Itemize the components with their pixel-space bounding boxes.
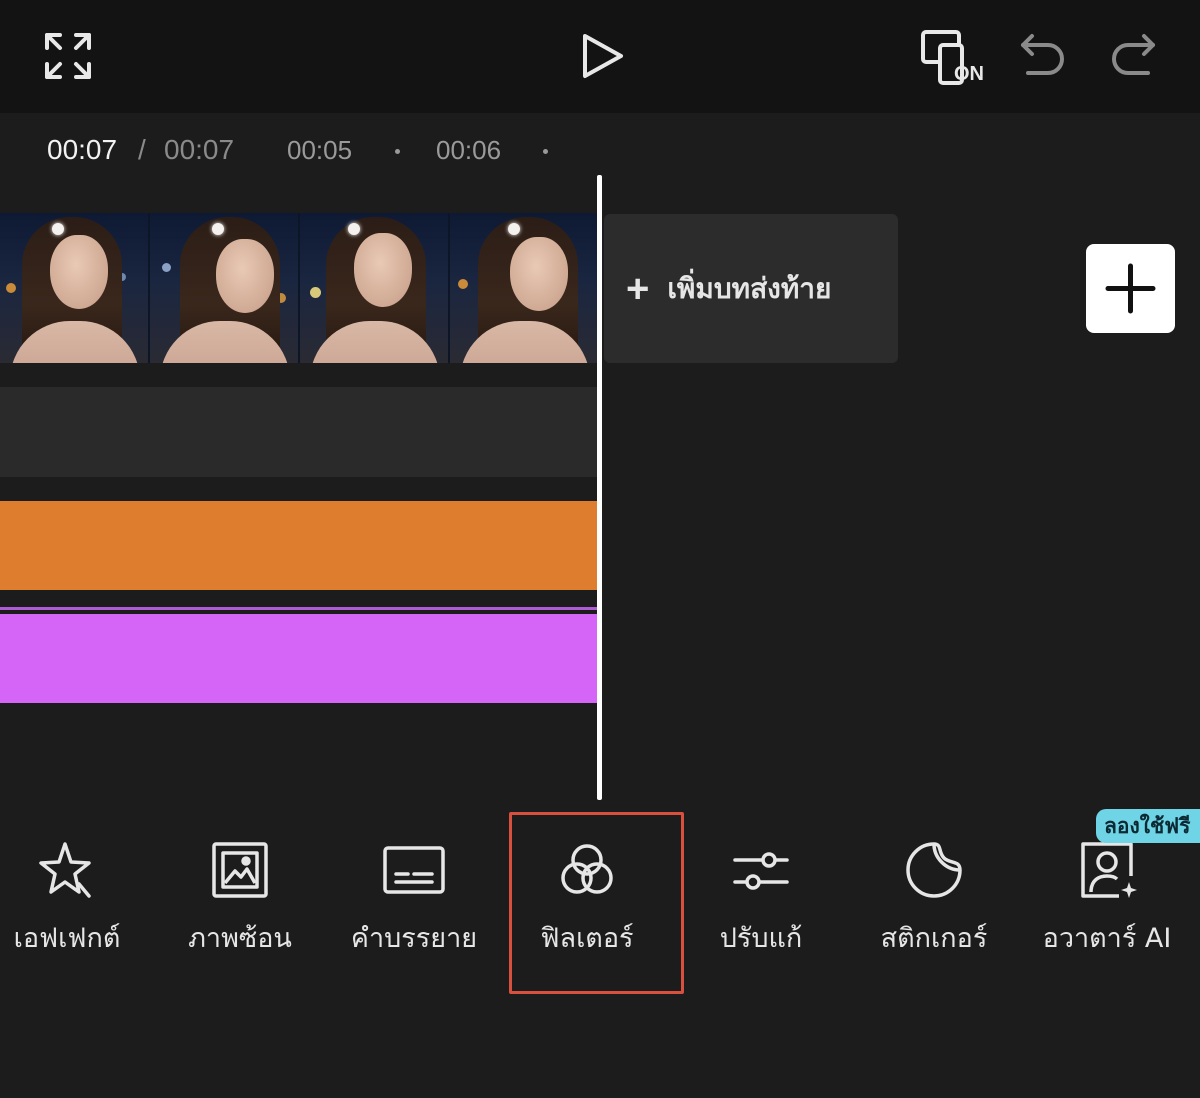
- video-thumbnail: [150, 213, 298, 363]
- add-ending-button[interactable]: + เพิ่มบทส่งท้าย: [604, 214, 898, 363]
- tool-label: คำบรรยาย: [350, 923, 478, 954]
- play-icon[interactable]: [581, 33, 625, 79]
- tool-captions[interactable]: คำบรรยาย: [334, 838, 494, 958]
- tool-ai-avatar[interactable]: อวาตาร์ AI: [1027, 838, 1187, 958]
- sticker-icon: [902, 838, 966, 902]
- tool-label: อวาตาร์ AI: [1042, 923, 1172, 954]
- playhead[interactable]: [597, 175, 602, 800]
- time-marker: 00:06: [436, 135, 502, 165]
- ai-avatar-icon: [1075, 838, 1139, 902]
- time-marker: 00:05: [287, 135, 353, 165]
- tool-label: ภาพซ้อน: [188, 923, 292, 954]
- free-trial-badge: ลองใช้ฟรี: [1096, 809, 1200, 843]
- orange-track-clip[interactable]: [0, 501, 597, 590]
- filter-highlight-box: [509, 812, 684, 994]
- time-dot: [395, 149, 400, 154]
- plus-icon: +: [626, 266, 650, 311]
- video-thumbnail: [450, 213, 597, 363]
- star-effect-icon: [35, 838, 99, 902]
- video-thumbnail: [300, 213, 448, 363]
- tool-effects[interactable]: เอฟเฟกต์: [0, 838, 147, 958]
- purple-track-clip[interactable]: [0, 614, 597, 703]
- redo-icon[interactable]: [1110, 33, 1156, 79]
- plus-icon: [1105, 263, 1156, 314]
- total-time: 00:07: [164, 134, 235, 165]
- adjust-sliders-icon: [729, 838, 793, 902]
- top-bar: ON: [0, 0, 1200, 113]
- time-separator: /: [138, 134, 146, 165]
- current-time: 00:07: [47, 134, 118, 165]
- tool-sticker[interactable]: สติกเกอร์: [854, 838, 1014, 958]
- tool-adjust[interactable]: ปรับแก้: [681, 838, 841, 958]
- tool-label: สติกเกอร์: [880, 923, 988, 954]
- add-clip-button[interactable]: [1086, 244, 1175, 333]
- undo-icon[interactable]: [1020, 33, 1066, 79]
- video-thumbnail: [0, 213, 148, 363]
- tool-overlay[interactable]: ภาพซ้อน: [160, 838, 320, 958]
- empty-track[interactable]: [0, 387, 597, 477]
- preview-toggle-button[interactable]: ON: [920, 29, 988, 87]
- fullscreen-icon[interactable]: [45, 33, 91, 79]
- preview-toggle-label: ON: [954, 63, 984, 85]
- time-dot: [543, 149, 548, 154]
- add-ending-label: เพิ่มบทส่งท้าย: [667, 271, 832, 305]
- tool-label: ปรับแก้: [719, 923, 803, 954]
- video-clip-track[interactable]: [0, 213, 597, 363]
- overlay-image-icon: [208, 838, 272, 902]
- caption-icon: [382, 838, 446, 902]
- purple-track-divider: [0, 607, 597, 610]
